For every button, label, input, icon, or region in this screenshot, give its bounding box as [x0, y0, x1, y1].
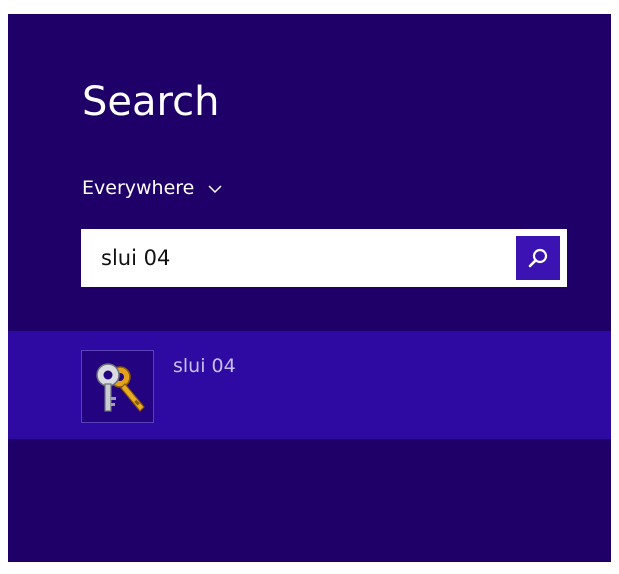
- keys-icon: [95, 362, 145, 412]
- search-scope-dropdown[interactable]: Everywhere: [82, 174, 222, 202]
- search-result-item[interactable]: slui 04: [8, 331, 611, 439]
- search-box: [81, 229, 567, 287]
- search-button[interactable]: [516, 236, 560, 280]
- search-input[interactable]: [81, 229, 516, 287]
- search-icon: [528, 248, 548, 268]
- result-icon-frame: [81, 350, 154, 423]
- search-charm-panel: Search Everywhere slui 04 slui 04: [8, 14, 611, 562]
- search-scope-label: Everywhere: [82, 177, 195, 199]
- page-title: Search: [82, 79, 220, 125]
- chevron-down-icon: [208, 185, 222, 194]
- result-label: slui 04: [173, 355, 236, 377]
